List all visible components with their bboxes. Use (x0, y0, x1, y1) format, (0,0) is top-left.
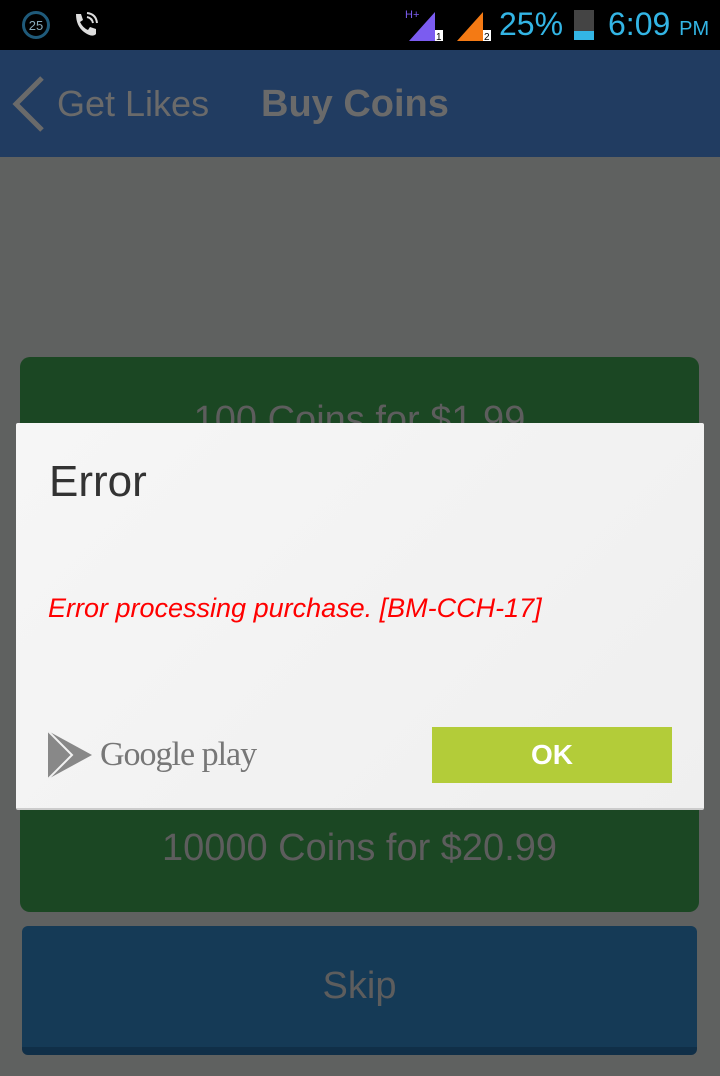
signal-sim1-icon: H+ 1 (405, 9, 443, 42)
back-button[interactable]: Get Likes (57, 83, 209, 125)
signal-sim2-icon: 2 (457, 12, 491, 42)
battery-percent: 25% (499, 6, 564, 42)
ok-button[interactable]: OK (432, 727, 672, 783)
status-bar: 25 H+ 1 2 25% 6:09 PM (0, 0, 720, 50)
clock-ampm: PM (679, 18, 710, 40)
error-message: Error processing purchase. [BM-CCH-17] (48, 593, 542, 623)
svg-text:1: 1 (436, 32, 442, 42)
purchase-option-10000[interactable]: 10000 Coins for $20.99 (20, 827, 699, 870)
google-play-icon (48, 731, 92, 779)
phone-call-icon (76, 12, 98, 36)
google-play-text: Google play (100, 736, 257, 773)
clock-time: 6:09 (608, 6, 671, 42)
google-play-logo: Google play (48, 731, 257, 779)
error-dialog: Error Error processing purchase. [BM-CCH… (16, 423, 704, 810)
clock: 6:09 PM (608, 6, 709, 43)
skip-button[interactable]: Skip (22, 926, 697, 1055)
chevron-left-icon[interactable] (10, 76, 46, 132)
notification-badge: 25 (22, 11, 50, 39)
dialog-title: Error (49, 457, 147, 506)
svg-text:2: 2 (484, 32, 490, 42)
page-title: Buy Coins (261, 83, 449, 125)
battery-icon (574, 10, 594, 40)
svg-text:H+: H+ (405, 9, 419, 21)
